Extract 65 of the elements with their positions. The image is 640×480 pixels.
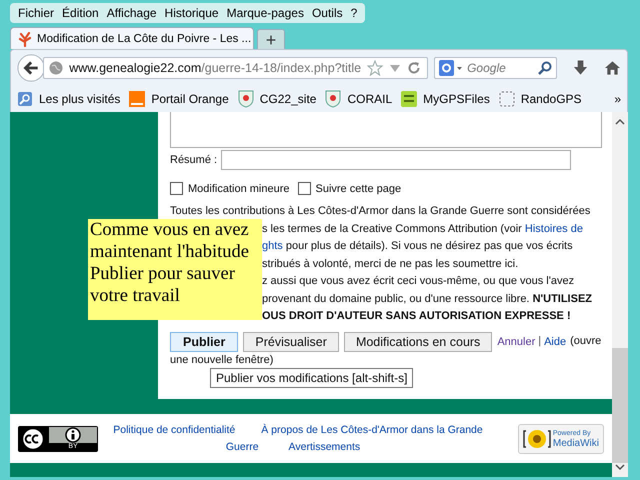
menu-item[interactable]: Affichage (102, 6, 161, 20)
checkbox-label: Suivre cette page (316, 182, 402, 194)
browser-tab[interactable]: Modification de La Côte du Poivre - Les ... (10, 27, 254, 49)
bookmark-item[interactable]: Portail Orange (129, 91, 229, 107)
notice-text: z aussi que vous avez écrit ceci vous-même, ou que vous l'avez (262, 274, 574, 289)
checkbox[interactable] (298, 182, 310, 195)
form-button[interactable]: Prévisualiser (243, 332, 339, 352)
coral-icon (17, 30, 33, 46)
footer-link[interactable]: À propos de Les Côtes-d'Armor dans la Grande (261, 422, 483, 438)
menu-item[interactable]: ? (346, 6, 362, 20)
link[interactable]: ghts (262, 240, 283, 252)
bookmark-item[interactable]: CG22_site (238, 90, 316, 108)
shield-icon (238, 90, 254, 108)
bookmark-item[interactable]: Les plus visités (17, 91, 120, 107)
bookmark-item[interactable]: RandoGPS (498, 91, 582, 107)
menu-item[interactable]: Historique (160, 6, 223, 20)
blank-page-icon (498, 91, 515, 107)
url-text: www.genealogie22.com/guerre-14-18/index.php?title (69, 61, 362, 75)
summary-field[interactable] (221, 150, 572, 170)
summary-label: Résumé : (170, 154, 218, 166)
notice-text: stribués à volonté, merci de ne pas les soumettre ici. (262, 256, 518, 272)
separator: | (538, 335, 542, 348)
footer-link[interactable]: Avertissements (288, 438, 360, 456)
reload-icon[interactable] (407, 61, 422, 75)
link[interactable]: Aide (544, 335, 566, 348)
search-icon[interactable] (538, 61, 552, 75)
note-text: (ouvre (570, 335, 602, 348)
search-field[interactable]: Google (434, 57, 558, 79)
notice-text: Toutes les contributions à Les Côtes-d'Armor dans la Grande Guerre sont considérées (170, 204, 590, 219)
globe-icon (49, 61, 64, 75)
checkbox-label: Modification mineure (188, 182, 290, 194)
new-tab-button[interactable]: + (257, 29, 285, 49)
bookmark-item[interactable]: CORAIL (325, 90, 392, 108)
gps-icon (401, 91, 418, 107)
home-icon[interactable] (604, 60, 622, 76)
square-logo-icon (129, 91, 146, 107)
form-button[interactable]: Modifications en cours (344, 332, 492, 352)
link[interactable]: Annuler (497, 335, 536, 348)
bookmark-item[interactable]: MyGPSFiles (401, 91, 490, 107)
scroll-down-icon[interactable] (615, 463, 625, 471)
tooltip: Publier vos modifications [alt-shift-s] (210, 368, 414, 388)
menu-item[interactable]: Outils (308, 6, 347, 20)
checkbox[interactable] (170, 182, 183, 195)
link[interactable]: Histoires de (524, 222, 583, 234)
sticky-note: Comme vous en avez maintenant l'habitude Publier pour sauver votre travail (88, 219, 262, 320)
back-button[interactable] (17, 53, 46, 83)
scrollbar[interactable] (612, 112, 628, 477)
notice-text: OUS DROIT D'AUTEUR SANS AUTORISATION EXPRESSE ! (262, 309, 571, 324)
note-text: une nouvelle fenêtre) (170, 354, 274, 366)
footer-link[interactable]: Politique de confidentialité (113, 422, 236, 438)
footer-link[interactable]: Guerre (226, 438, 259, 456)
address-bar[interactable]: www.genealogie22.com/guerre-14-18/index.php?title (43, 57, 428, 79)
menu-item[interactable]: Marque-pages (222, 6, 308, 20)
menu-item[interactable]: Fichier (14, 6, 58, 20)
menu-item[interactable]: Édition (58, 6, 103, 20)
shield-icon (325, 90, 342, 108)
notice-text: s les termes de la Creative Commons Attribution (voir Histoires de (262, 222, 583, 236)
star-icon[interactable] (367, 60, 384, 76)
notice-text: provenant du domaine public, ou d'une ressource libre. N'UTILISEZ (262, 292, 592, 306)
download-icon[interactable] (573, 59, 588, 77)
scroll-up-icon[interactable] (615, 118, 625, 126)
notice-text: ghts pour plus de détails). Si vous ne désirez pas que vos écrits (262, 239, 573, 254)
magnifier-icon (17, 91, 33, 107)
publish-button[interactable]: Publier (170, 332, 238, 352)
more-bookmarks-button[interactable]: » (614, 92, 621, 106)
